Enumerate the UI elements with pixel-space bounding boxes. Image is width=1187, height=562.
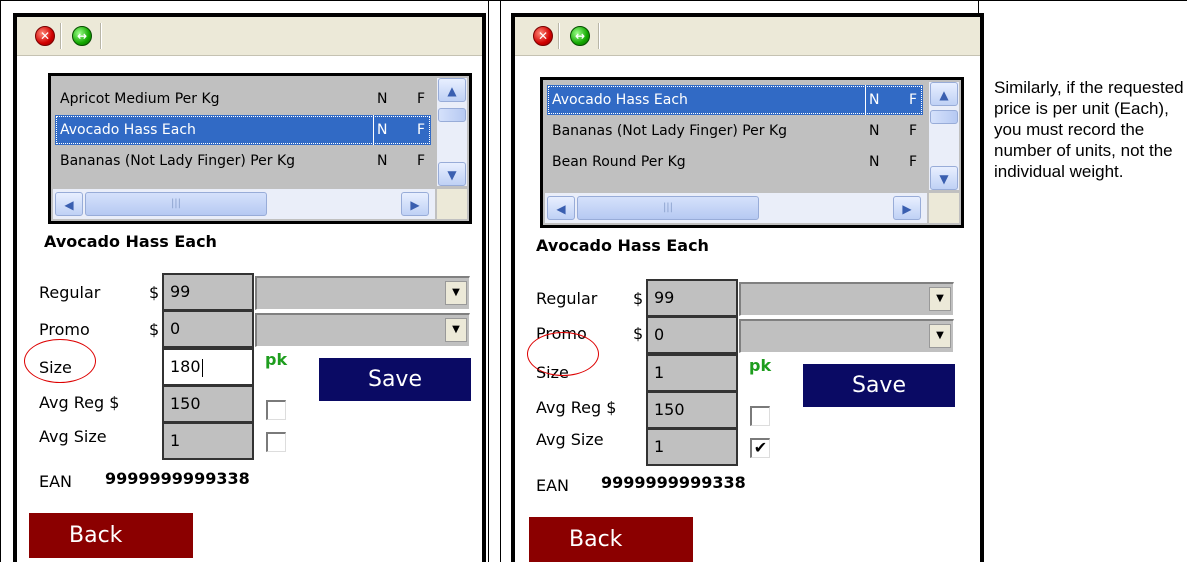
scroll-left-icon[interactable]: ◀ xyxy=(55,192,83,216)
avg-size-field[interactable]: 1 xyxy=(646,428,738,466)
save-button[interactable]: Save xyxy=(803,364,955,407)
avg-reg-label: Avg Reg $ xyxy=(536,398,617,417)
vertical-scrollbar[interactable]: ▲ ▼ xyxy=(929,82,959,190)
back-button[interactable]: Back xyxy=(29,513,193,558)
horizontal-scrollbar[interactable]: ◀ ||| ▶ xyxy=(545,193,927,223)
scroll-down-icon[interactable]: ▼ xyxy=(438,162,466,186)
avg-reg-checkbox[interactable] xyxy=(266,400,286,420)
avg-size-checkbox[interactable]: ✔ xyxy=(750,438,770,458)
dropdown-arrow-icon[interactable]: ▼ xyxy=(445,318,467,342)
back-button[interactable]: Back xyxy=(529,517,693,562)
dropdown-arrow-icon[interactable]: ▼ xyxy=(929,324,951,348)
ok-icon[interactable]: ↔ xyxy=(570,26,590,46)
annotation-circle xyxy=(24,339,96,383)
ean-value: 9999999999338 xyxy=(105,469,250,488)
left-device-screen: ✕ ↔ Apricot Medium Per Kg N F Avocado Ha… xyxy=(13,13,486,562)
avg-reg-checkbox[interactable] xyxy=(750,406,770,426)
scroll-up-icon[interactable]: ▲ xyxy=(438,78,466,102)
regular-currency: $ xyxy=(149,283,160,302)
list-item-selected[interactable]: Avocado Hass Each N F xyxy=(547,85,923,115)
list-item[interactable]: Bean Round Per Kg N F xyxy=(547,147,923,177)
save-button[interactable]: Save xyxy=(319,358,471,401)
avg-size-checkbox[interactable] xyxy=(266,432,286,452)
scroll-right-icon[interactable]: ▶ xyxy=(401,192,429,216)
list-item[interactable]: Bananas (Not Lady Finger) Per Kg N F xyxy=(55,146,431,176)
product-title: Avocado Hass Each xyxy=(536,236,709,255)
avg-reg-field[interactable]: 150 xyxy=(646,391,738,429)
promo-currency: $ xyxy=(149,320,160,339)
right-device-screen: ✕ ↔ Avocado Hass Each N F Bananas (Not L… xyxy=(511,13,984,562)
promo-currency: $ xyxy=(633,324,644,343)
avg-size-label: Avg Size xyxy=(39,427,107,446)
list-item-selected[interactable]: Avocado Hass Each N F xyxy=(55,115,431,145)
promo-dropdown[interactable]: ▼ xyxy=(255,313,470,347)
size-value: 180 xyxy=(170,357,201,376)
horizontal-scroll-thumb[interactable]: ||| xyxy=(85,192,267,216)
promo-dropdown[interactable]: ▼ xyxy=(739,319,954,353)
list-item[interactable]: Apricot Medium Per Kg N F xyxy=(55,84,431,114)
vertical-scrollbar[interactable]: ▲ ▼ xyxy=(437,78,467,186)
horizontal-scroll-thumb[interactable]: ||| xyxy=(577,196,759,220)
instruction-note: Similarly, if the requested price is per… xyxy=(994,78,1184,181)
vertical-scroll-thumb[interactable] xyxy=(930,110,958,124)
scroll-corner xyxy=(929,193,959,223)
regular-currency: $ xyxy=(633,289,644,308)
horizontal-scrollbar[interactable]: ◀ ||| ▶ xyxy=(53,189,435,219)
scroll-corner xyxy=(437,189,467,219)
scroll-right-icon[interactable]: ▶ xyxy=(893,196,921,220)
regular-price-field[interactable]: 99 xyxy=(162,273,254,311)
scroll-down-icon[interactable]: ▼ xyxy=(930,166,958,190)
size-field[interactable]: 180 xyxy=(162,348,254,386)
promo-price-field[interactable]: 0 xyxy=(162,310,254,348)
regular-dropdown[interactable]: ▼ xyxy=(739,282,954,316)
vertical-scroll-thumb[interactable] xyxy=(438,108,466,122)
ean-label: EAN xyxy=(39,472,73,491)
avg-size-label: Avg Size xyxy=(536,430,604,449)
close-icon[interactable]: ✕ xyxy=(533,26,553,46)
list-item[interactable]: Bananas (Not Lady Finger) Per Kg N F xyxy=(547,116,923,146)
regular-label: Regular xyxy=(39,283,101,302)
unit-label: pk xyxy=(749,356,772,375)
ean-value: 9999999999338 xyxy=(601,473,746,492)
scroll-up-icon[interactable]: ▲ xyxy=(930,82,958,106)
product-list[interactable]: Apricot Medium Per Kg N F Avocado Hass E… xyxy=(48,73,472,224)
avg-size-field[interactable]: 1 xyxy=(162,422,254,460)
product-list[interactable]: Avocado Hass Each N F Bananas (Not Lady … xyxy=(540,77,964,228)
toolbar: ✕ ↔ xyxy=(17,17,482,56)
close-icon[interactable]: ✕ xyxy=(35,26,55,46)
promo-label: Promo xyxy=(39,320,90,339)
unit-label: pk xyxy=(265,350,288,369)
dropdown-arrow-icon[interactable]: ▼ xyxy=(445,281,467,305)
regular-label: Regular xyxy=(536,289,598,308)
dropdown-arrow-icon[interactable]: ▼ xyxy=(929,287,951,311)
avg-reg-label: Avg Reg $ xyxy=(39,393,120,412)
ean-label: EAN xyxy=(536,476,570,495)
toolbar: ✕ ↔ xyxy=(515,17,980,56)
scroll-left-icon[interactable]: ◀ xyxy=(547,196,575,220)
checkmark-icon: ✔ xyxy=(753,438,768,457)
annotation-circle xyxy=(527,332,599,376)
avg-reg-field[interactable]: 150 xyxy=(162,385,254,423)
promo-price-field[interactable]: 0 xyxy=(646,316,738,354)
product-title: Avocado Hass Each xyxy=(44,232,217,251)
regular-dropdown[interactable]: ▼ xyxy=(255,276,470,310)
regular-price-field[interactable]: 99 xyxy=(646,279,738,317)
size-field[interactable]: 1 xyxy=(646,354,738,392)
ok-icon[interactable]: ↔ xyxy=(72,26,92,46)
